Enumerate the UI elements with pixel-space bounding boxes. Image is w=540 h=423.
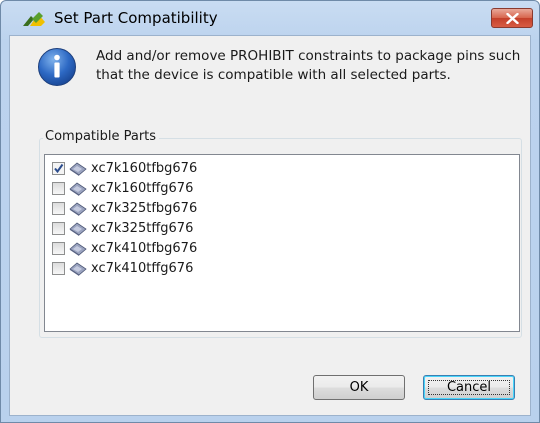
close-button[interactable] — [491, 8, 533, 28]
part-checkbox[interactable] — [52, 262, 65, 275]
dialog-body: Add and/or remove PROHIBIT constraints t… — [9, 35, 531, 416]
part-checkbox[interactable] — [52, 222, 65, 235]
part-checkbox[interactable] — [52, 182, 65, 195]
ok-button[interactable]: OK — [313, 375, 405, 400]
part-label: xc7k410tfbg676 — [91, 241, 198, 256]
chip-icon — [69, 262, 87, 276]
part-checkbox[interactable] — [52, 202, 65, 215]
part-label: xc7k325tffg676 — [91, 221, 194, 236]
cancel-button-label: Cancel — [446, 380, 492, 395]
title-bar[interactable]: Set Part Compatibility — [1, 1, 539, 35]
cancel-button[interactable]: Cancel — [423, 375, 515, 400]
list-item[interactable]: xc7k410tfbg676 — [49, 240, 269, 260]
parts-list[interactable]: xc7k160tfbg676 xc7k160tffg676 xc7k325tfbg6… — [44, 154, 520, 332]
xilinx-logo-icon — [23, 12, 45, 26]
checkmark-icon — [54, 163, 64, 174]
list-item[interactable]: xc7k160tffg676 — [49, 180, 269, 200]
chip-icon — [69, 202, 87, 216]
dialog-title: Set Part Compatibility — [54, 9, 218, 27]
chip-icon — [69, 242, 87, 256]
part-label: xc7k160tffg676 — [91, 181, 194, 196]
part-label: xc7k325tfbg676 — [91, 201, 198, 216]
part-label: xc7k160tfbg676 — [91, 161, 198, 176]
list-item[interactable]: xc7k160tfbg676 — [49, 160, 269, 180]
close-icon — [506, 13, 519, 24]
info-message: Add and/or remove PROHIBIT constraints t… — [96, 48, 521, 83]
compatible-parts-label: Compatible Parts — [43, 129, 160, 144]
info-icon — [38, 48, 76, 86]
part-label: xc7k410tffg676 — [91, 261, 194, 276]
dialog-window: Set Part Compatibility Add and/or remove… — [0, 0, 540, 423]
chip-icon — [69, 182, 87, 196]
list-item[interactable]: xc7k325tffg676 — [49, 220, 269, 240]
chip-icon — [69, 162, 87, 176]
chip-icon — [69, 222, 87, 236]
list-item[interactable]: xc7k410tffg676 — [49, 260, 269, 280]
part-checkbox[interactable] — [52, 162, 65, 175]
list-item[interactable]: xc7k325tfbg676 — [49, 200, 269, 220]
part-checkbox[interactable] — [52, 242, 65, 255]
